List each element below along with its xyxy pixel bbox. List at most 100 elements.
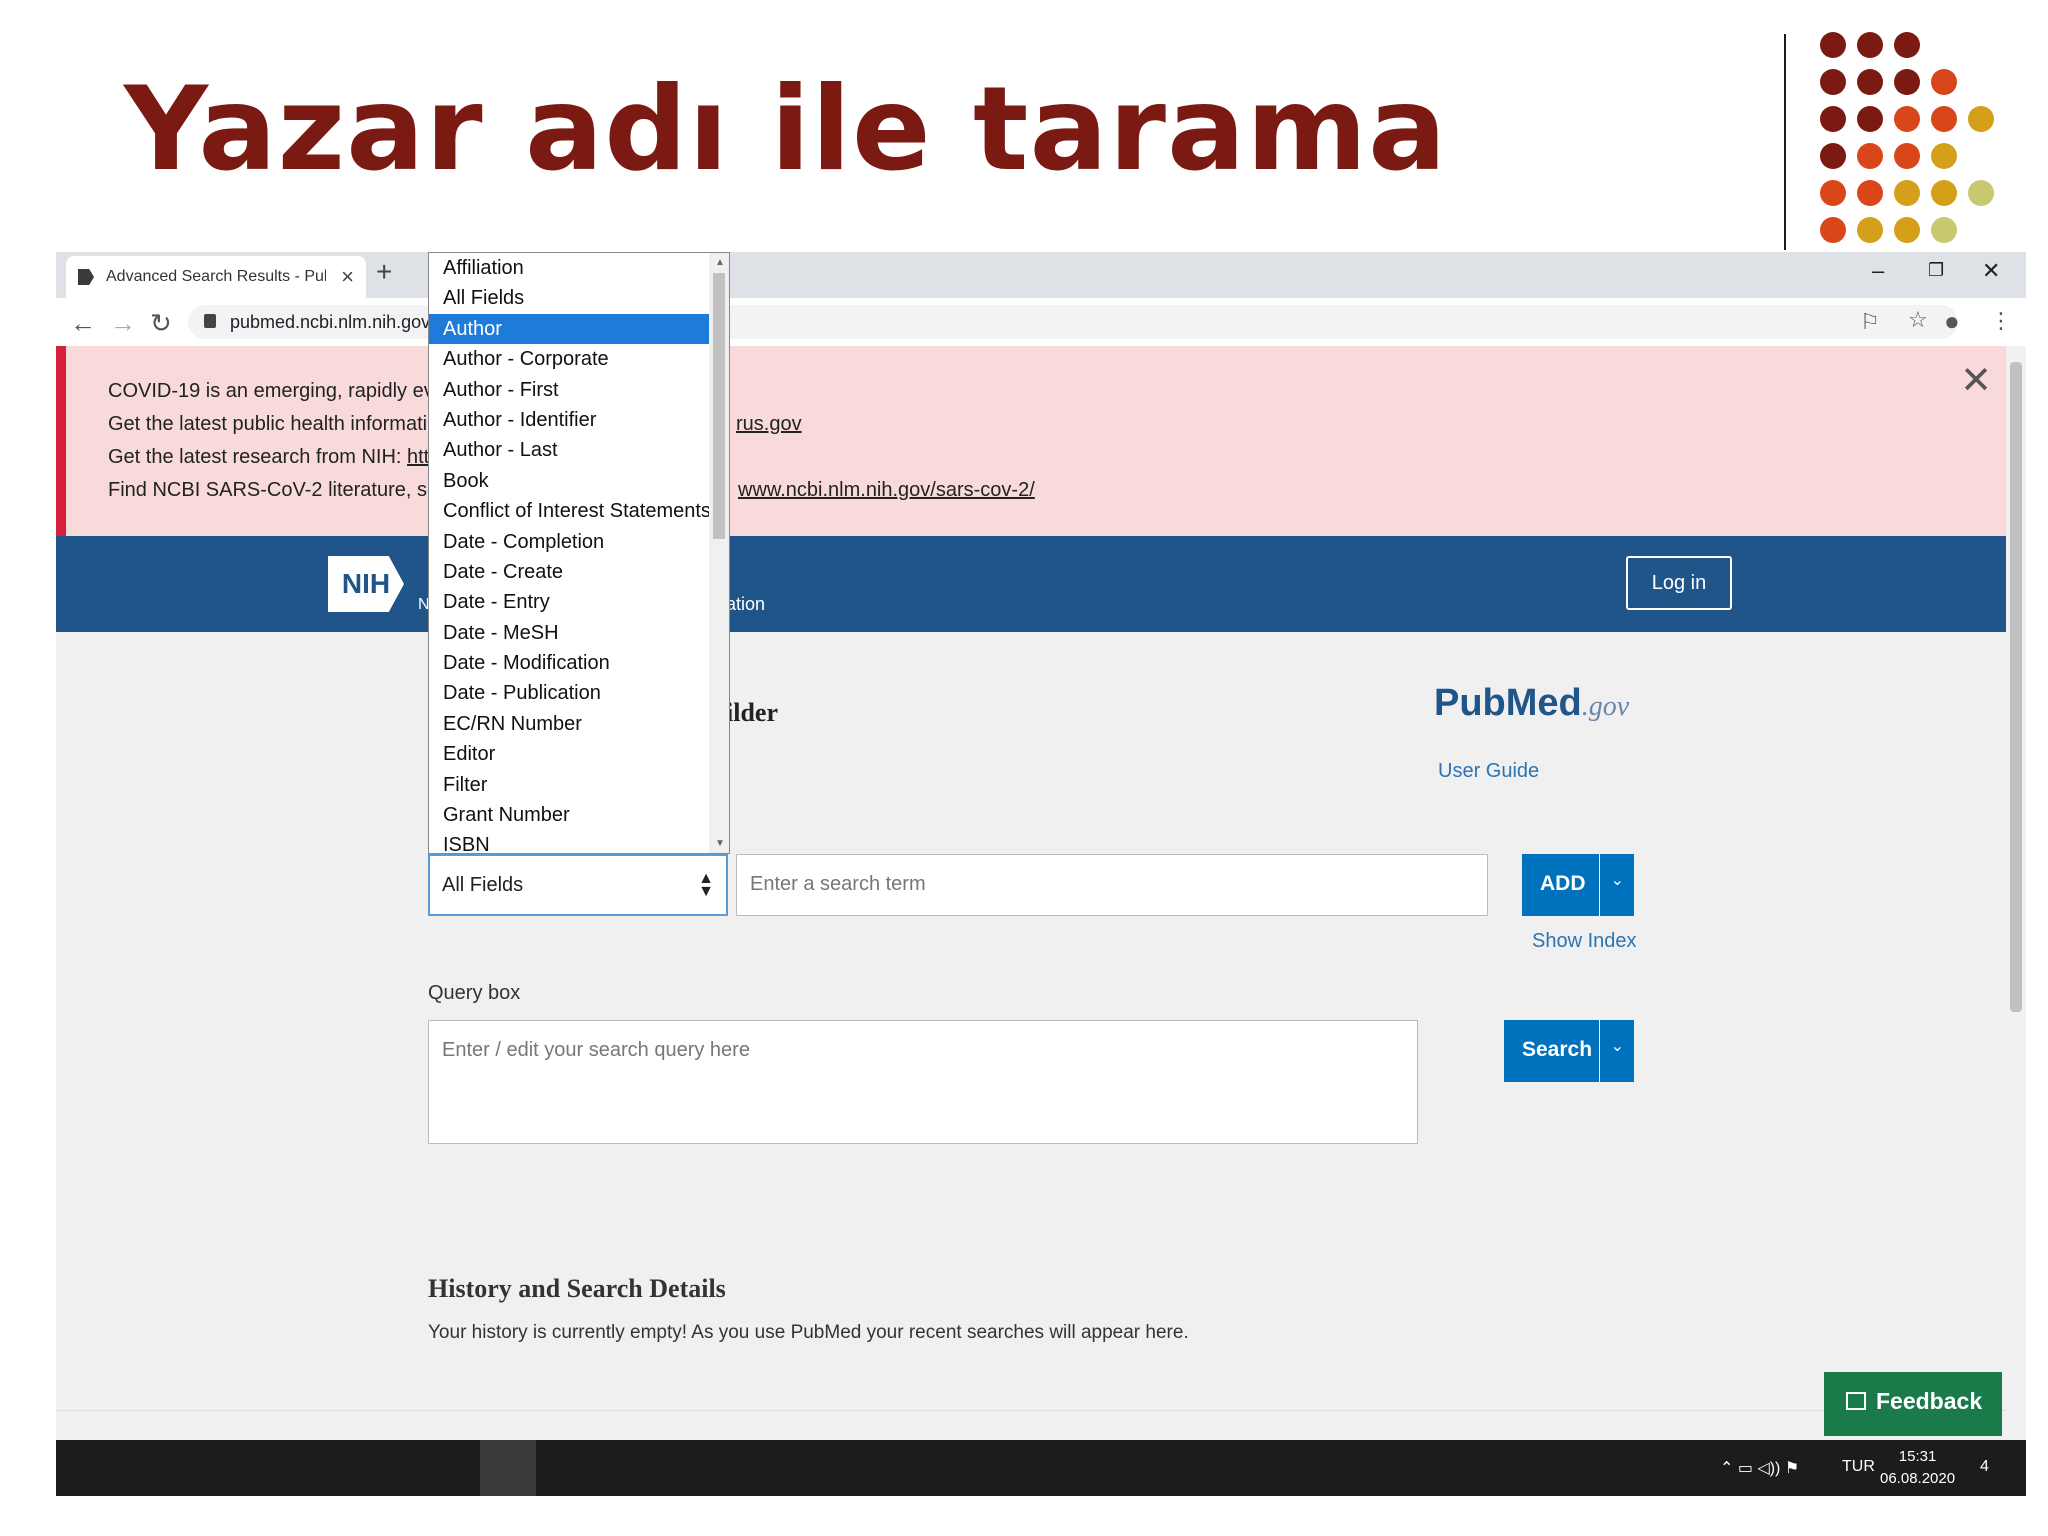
dropdown-option[interactable]: Grant Number <box>429 800 710 830</box>
dropdown-option[interactable]: Editor <box>429 739 710 769</box>
new-tab-icon[interactable]: + <box>376 256 392 288</box>
notification-icon[interactable]: 4 <box>1980 1458 1989 1476</box>
query-box[interactable]: Enter / edit your search query here <box>428 1020 1418 1144</box>
restore-icon[interactable]: ❐ <box>1928 260 1944 281</box>
powerpoint-icon[interactable] <box>552 1454 580 1482</box>
calculator-icon[interactable] <box>434 1454 462 1482</box>
translate-icon[interactable]: ⚐ <box>1860 309 1880 335</box>
login-button[interactable]: Log in <box>1626 556 1732 610</box>
search-field-value: All Fields <box>442 874 524 896</box>
dropdown-option[interactable]: Date - Modification <box>429 648 710 678</box>
chevron-down-icon[interactable]: ⌄ <box>1611 1036 1624 1056</box>
browser-tab[interactable]: Advanced Search Results - PubMed × <box>66 256 366 298</box>
decorative-dot <box>1820 32 1846 58</box>
menu-icon[interactable]: ⋮ <box>1990 308 2012 334</box>
chevron-down-icon[interactable]: ⌄ <box>1611 870 1624 890</box>
search-button[interactable]: Search ⌄ <box>1504 1020 1634 1082</box>
decorative-dot <box>1931 106 1957 132</box>
language-indicator[interactable]: TUR <box>1842 1458 1875 1476</box>
alert-line-1: COVID-19 is an emerging, rapidly evol <box>108 380 450 402</box>
decorative-dot <box>1857 32 1883 58</box>
dropdown-option[interactable]: ISBN <box>429 830 710 853</box>
dropdown-option[interactable]: Book <box>429 466 710 496</box>
dropdown-option[interactable]: Affiliation <box>429 253 710 283</box>
dropdown-option[interactable]: Author <box>429 313 710 345</box>
dropdown-option[interactable]: Date - Completion <box>429 527 710 557</box>
task-view-icon[interactable] <box>186 1454 214 1482</box>
page-content: COVID-19 is an emerging, rapidly evol Ge… <box>56 346 2006 1436</box>
decorative-dot <box>1931 217 1957 243</box>
alert-link-coronavirus[interactable]: rus.gov <box>736 413 802 436</box>
browser-window: Advanced Search Results - PubMed × + – ❐… <box>56 252 2026 1494</box>
clock[interactable]: 15:31 06.08.2020 <box>1880 1446 1955 1490</box>
nih-logo[interactable]: NIH <box>328 556 404 612</box>
user-guide-link[interactable]: User Guide <box>1438 760 1539 783</box>
dropdown-option[interactable]: Author - Corporate <box>429 344 710 374</box>
alert-line-2: Get the latest public health informatio <box>108 413 439 435</box>
decorative-dot <box>1931 180 1957 206</box>
back-icon[interactable]: ← <box>70 308 96 339</box>
history-text: Your history is currently empty! As you … <box>428 1322 1189 1343</box>
decorative-dot <box>1857 69 1883 95</box>
dropdown-option[interactable]: Filter <box>429 770 710 800</box>
decorative-dot <box>1894 69 1920 95</box>
close-alert-icon[interactable]: ✕ <box>1960 358 1992 403</box>
decorative-dot <box>1894 180 1920 206</box>
feedback-icon <box>1846 1392 1866 1410</box>
scroll-down-icon[interactable]: ▼ <box>715 838 725 849</box>
decorative-dot <box>1857 106 1883 132</box>
store-icon[interactable] <box>312 1454 340 1482</box>
pubmed-favicon-icon <box>78 269 94 285</box>
dropdown-option[interactable]: Author - Last <box>429 435 710 465</box>
covid-alert-banner: COVID-19 is an emerging, rapidly evol Ge… <box>56 346 2006 536</box>
minimize-icon[interactable]: – <box>1872 258 1884 284</box>
close-tab-icon[interactable]: × <box>341 264 354 290</box>
dropdown-scrollbar[interactable]: ▲ ▼ <box>709 253 729 853</box>
dropdown-option[interactable]: Date - Entry <box>429 587 710 617</box>
decorative-dot <box>1820 143 1846 169</box>
decorative-dot <box>1968 106 1994 132</box>
dropdown-option[interactable]: Date - Publication <box>429 678 710 708</box>
forward-icon[interactable]: → <box>110 308 136 339</box>
decorative-dot <box>1894 217 1920 243</box>
search-icon[interactable] <box>130 1454 158 1482</box>
show-index-link[interactable]: Show Index <box>1532 930 1637 953</box>
bookmark-star-icon[interactable]: ☆ <box>1908 307 1928 333</box>
page-scrollbar[interactable] <box>2006 346 2026 1436</box>
windows-start-icon[interactable] <box>72 1454 100 1482</box>
chrome-icon[interactable] <box>494 1454 522 1482</box>
nih-name-tail: ation <box>726 594 766 614</box>
nih-header: NIH N ation Log in <box>56 536 2006 632</box>
search-field-select[interactable]: All Fields ▲ ▼ <box>428 854 728 916</box>
file-explorer-icon[interactable] <box>252 1454 280 1482</box>
decorative-dot-grid <box>1820 32 2020 252</box>
dropdown-option[interactable]: Author - Identifier <box>429 405 710 435</box>
query-box-label: Query box <box>428 982 521 1004</box>
slide: Yazar adı ile tarama Advanced Search Res… <box>0 0 2048 1536</box>
decorative-dot <box>1894 143 1920 169</box>
lock-icon <box>204 314 216 328</box>
reload-icon[interactable]: ↻ <box>150 308 172 339</box>
alert-link-ncbi[interactable]: www.ncbi.nlm.nih.gov/sars-cov-2/ <box>738 479 1035 502</box>
feedback-button[interactable]: Feedback <box>1824 1372 2002 1436</box>
dropdown-option[interactable]: All Fields <box>429 283 710 313</box>
close-window-icon[interactable]: ✕ <box>1982 258 2000 284</box>
dropdown-option[interactable]: Date - MeSH <box>429 618 710 648</box>
account-icon[interactable]: ● <box>1944 306 1960 337</box>
scroll-up-icon[interactable]: ▲ <box>715 257 725 268</box>
search-term-input[interactable]: Enter a search term <box>736 854 1488 916</box>
search-field-dropdown[interactable]: Affiliation All Fields Author Author - Corp… <box>428 252 730 854</box>
dropdown-option[interactable]: Author - First <box>429 375 710 405</box>
dropdown-option[interactable]: Conflict of Interest Statements <box>429 496 711 526</box>
tab-title: Advanced Search Results - PubMed <box>106 268 326 285</box>
dropdown-option[interactable]: Date - Create <box>429 557 710 587</box>
tab-bar: Advanced Search Results - PubMed × + – ❐… <box>56 252 2026 298</box>
tray-icons[interactable]: ⌃ ▭ ◁)) ⚑ <box>1720 1458 1799 1478</box>
media-player-icon[interactable] <box>372 1454 400 1482</box>
windows-taskbar: ⌃ ▭ ◁)) ⚑ TUR 15:31 06.08.2020 4 <box>56 1440 2026 1496</box>
dropdown-option[interactable]: EC/RN Number <box>429 709 710 739</box>
pubmed-logo[interactable]: PubMed.gov <box>1434 682 1629 725</box>
decorative-dot <box>1857 180 1883 206</box>
add-button[interactable]: ADD ⌄ <box>1522 854 1634 916</box>
alert-line-3: Get the latest research from NIH: http <box>108 446 441 468</box>
